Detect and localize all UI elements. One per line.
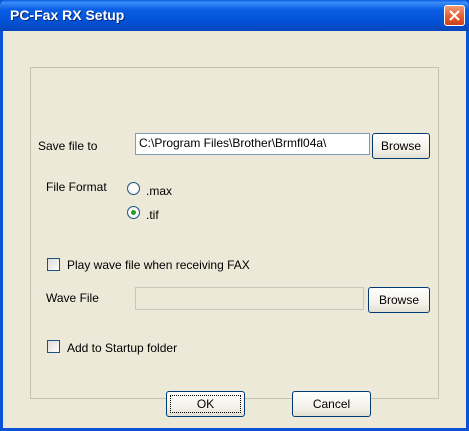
close-icon xyxy=(449,10,460,21)
wave-file-label: Wave File xyxy=(46,291,99,305)
dialog-window: PC-Fax RX Setup Save file to C:\Program … xyxy=(0,0,469,431)
wave-file-browse-button[interactable]: Browse xyxy=(368,287,430,313)
play-wave-label: Play wave file when receiving FAX xyxy=(67,258,250,272)
startup-checkbox[interactable] xyxy=(47,340,60,353)
file-format-label: File Format xyxy=(46,180,107,194)
focus-rectangle xyxy=(170,395,241,413)
format-tif-radio[interactable] xyxy=(127,206,140,219)
save-path-field[interactable]: C:\Program Files\Brother\Brmfl04a\ xyxy=(135,133,370,155)
cancel-button-label: Cancel xyxy=(312,397,351,411)
format-max-label: .max xyxy=(146,184,173,198)
play-wave-checkbox[interactable] xyxy=(47,258,60,271)
wave-file-field[interactable] xyxy=(135,287,364,310)
browse-button-label: Browse xyxy=(378,293,419,307)
dialog-client-area: Save file to C:\Program Files\Brother\Br… xyxy=(3,31,466,428)
browse-button-label: Browse xyxy=(380,139,421,153)
save-path-browse-button[interactable]: Browse xyxy=(372,133,430,159)
format-tif-label: .tif xyxy=(146,208,159,222)
startup-label: Add to Startup folder xyxy=(67,341,178,355)
window-title: PC-Fax RX Setup xyxy=(10,7,125,23)
cancel-button[interactable]: Cancel xyxy=(292,391,371,417)
save-file-label: Save file to xyxy=(38,139,98,153)
ok-button[interactable]: OK xyxy=(166,391,245,417)
title-bar[interactable]: PC-Fax RX Setup xyxy=(0,0,469,31)
format-max-radio[interactable] xyxy=(127,182,140,195)
close-button[interactable] xyxy=(444,5,465,26)
